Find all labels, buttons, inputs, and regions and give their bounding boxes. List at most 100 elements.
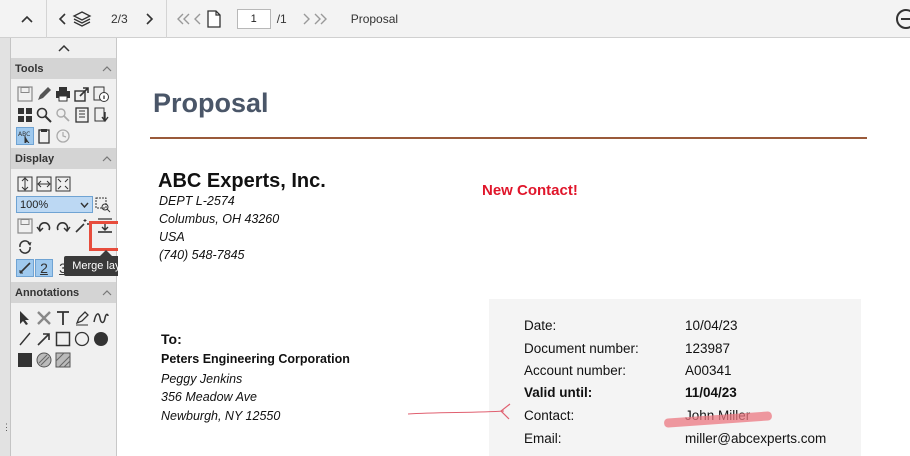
new-contact-stamp: New Contact! <box>482 182 578 199</box>
document-info-icon[interactable] <box>92 85 110 103</box>
rectangle-tool-icon[interactable] <box>54 330 72 348</box>
info-value: A00341 <box>685 363 732 378</box>
next-page-icon[interactable] <box>301 0 313 38</box>
company-name: ABC Experts, Inc. <box>158 170 326 192</box>
fit-height-icon[interactable] <box>16 175 34 193</box>
recipient-company: Peters Engineering Corporation <box>161 352 350 366</box>
layer-2-button[interactable]: 2 <box>35 258 53 277</box>
layer-1-icon[interactable] <box>16 258 34 277</box>
display-row-1 <box>11 173 116 194</box>
text-selection-icon[interactable]: ABC <box>16 126 34 145</box>
export-icon[interactable] <box>73 85 91 103</box>
history-icon[interactable] <box>54 127 72 145</box>
info-box: Date: 10/04/23 Document number: 123987 A… <box>489 299 861 456</box>
to-label: To: <box>161 331 182 347</box>
search-replace-icon[interactable] <box>54 106 72 124</box>
zoom-area-icon[interactable] <box>94 196 112 214</box>
chevron-up-icon <box>102 155 112 161</box>
search-icon[interactable] <box>35 106 53 124</box>
address-line: USA <box>159 230 185 244</box>
freehand-icon[interactable] <box>92 309 110 327</box>
phone-line: (740) 548-7845 <box>159 248 245 262</box>
next-layer-icon[interactable] <box>142 0 158 38</box>
select-arrow-icon[interactable] <box>16 309 34 327</box>
info-label: Email: <box>524 431 562 446</box>
save-icon[interactable] <box>16 85 34 103</box>
annotations-row-3 <box>11 349 116 370</box>
line-tool-icon[interactable] <box>16 330 34 348</box>
document-name: Proposal <box>350 11 399 26</box>
zoom-out-icon[interactable] <box>896 9 910 29</box>
splitter-grip-icon: ⋮ <box>2 422 11 432</box>
info-value: miller@abcexperts.com <box>685 431 827 446</box>
print-icon[interactable] <box>54 85 72 103</box>
chevron-down-icon <box>80 202 89 208</box>
text-tool-icon[interactable] <box>54 309 72 327</box>
pencil-icon[interactable] <box>35 85 53 103</box>
panel-splitter[interactable]: ⋮ <box>0 38 11 456</box>
ellipse-tool-icon[interactable] <box>73 330 91 348</box>
prev-page-icon[interactable] <box>191 0 203 38</box>
filled-ellipse-tool-icon[interactable] <box>92 330 110 348</box>
arrow-tool-icon[interactable] <box>35 330 53 348</box>
info-label: Valid until: <box>524 385 593 400</box>
layer-page-counter: 2/3 <box>111 11 128 26</box>
rotate-left-icon[interactable] <box>35 217 53 235</box>
top-toolbar: 2/3 /1 Proposal <box>0 0 910 38</box>
tools-section-title: Tools <box>15 62 44 75</box>
zoom-select[interactable]: 100% <box>16 196 93 213</box>
display-section-title: Display <box>15 152 55 165</box>
save-view-icon[interactable] <box>16 217 34 235</box>
collapse-toolbar-icon[interactable] <box>14 0 40 38</box>
thumbnails-icon[interactable] <box>16 106 34 124</box>
annotations-section-header[interactable]: Annotations <box>11 282 116 303</box>
info-value: 10/04/23 <box>685 318 738 333</box>
svg-text:ABC: ABC <box>18 131 30 138</box>
info-label: Document number: <box>524 341 639 356</box>
address-line: Columbus, OH 43260 <box>159 212 280 226</box>
tools-section-header[interactable]: Tools <box>11 58 116 79</box>
recipient-line: 356 Meadow Ave <box>161 390 257 404</box>
download-icon[interactable] <box>92 106 110 124</box>
layers-icon[interactable] <box>71 0 93 38</box>
title-divider <box>150 137 867 139</box>
prev-layer-icon[interactable] <box>53 0 71 38</box>
zoom-value: 100% <box>20 198 49 211</box>
toolbar-separator <box>46 0 47 38</box>
info-label: Contact: <box>524 408 575 423</box>
info-value: 11/04/23 <box>685 385 737 400</box>
recipient-line: Newburgh, NY 12550 <box>161 409 281 423</box>
bookmarks-icon[interactable] <box>73 106 91 124</box>
clipboard-icon[interactable] <box>35 127 53 145</box>
annotation-arrow[interactable] <box>406 402 526 426</box>
info-value: 123987 <box>685 341 731 356</box>
chevron-up-icon <box>102 65 112 71</box>
first-page-icon[interactable] <box>175 0 191 38</box>
page-icon[interactable] <box>205 0 223 38</box>
annotations-row-1 <box>11 307 116 328</box>
rotate-right-icon[interactable] <box>54 217 72 235</box>
address-line: DEPT L-2574 <box>159 194 235 208</box>
fit-page-icon[interactable] <box>54 175 72 193</box>
fit-width-icon[interactable] <box>35 175 53 193</box>
display-row-2: 100% <box>11 194 116 215</box>
chevron-up-icon <box>102 289 112 295</box>
toolbar-left-edge <box>0 0 14 38</box>
toolbar-separator <box>165 0 167 38</box>
delete-icon[interactable] <box>35 309 53 327</box>
highlighter-icon[interactable] <box>73 309 91 327</box>
info-label: Date: <box>524 318 557 333</box>
last-page-icon[interactable] <box>313 0 329 38</box>
filled-rectangle-tool-icon[interactable] <box>16 351 34 369</box>
recipient-line: Peggy Jenkins <box>161 372 243 386</box>
tools-row-3: ABC <box>11 125 116 146</box>
page-number-input[interactable] <box>236 8 271 29</box>
sidebar-collapse-icon[interactable] <box>11 38 116 58</box>
display-section-header[interactable]: Display <box>11 148 116 169</box>
tools-row-1 <box>11 83 116 104</box>
tools-row-2 <box>11 104 116 125</box>
refresh-icon[interactable] <box>16 238 34 256</box>
info-label: Account number: <box>524 363 627 378</box>
hatched-rectangle-tool-icon[interactable] <box>54 351 72 369</box>
hatched-ellipse-tool-icon[interactable] <box>35 351 53 369</box>
